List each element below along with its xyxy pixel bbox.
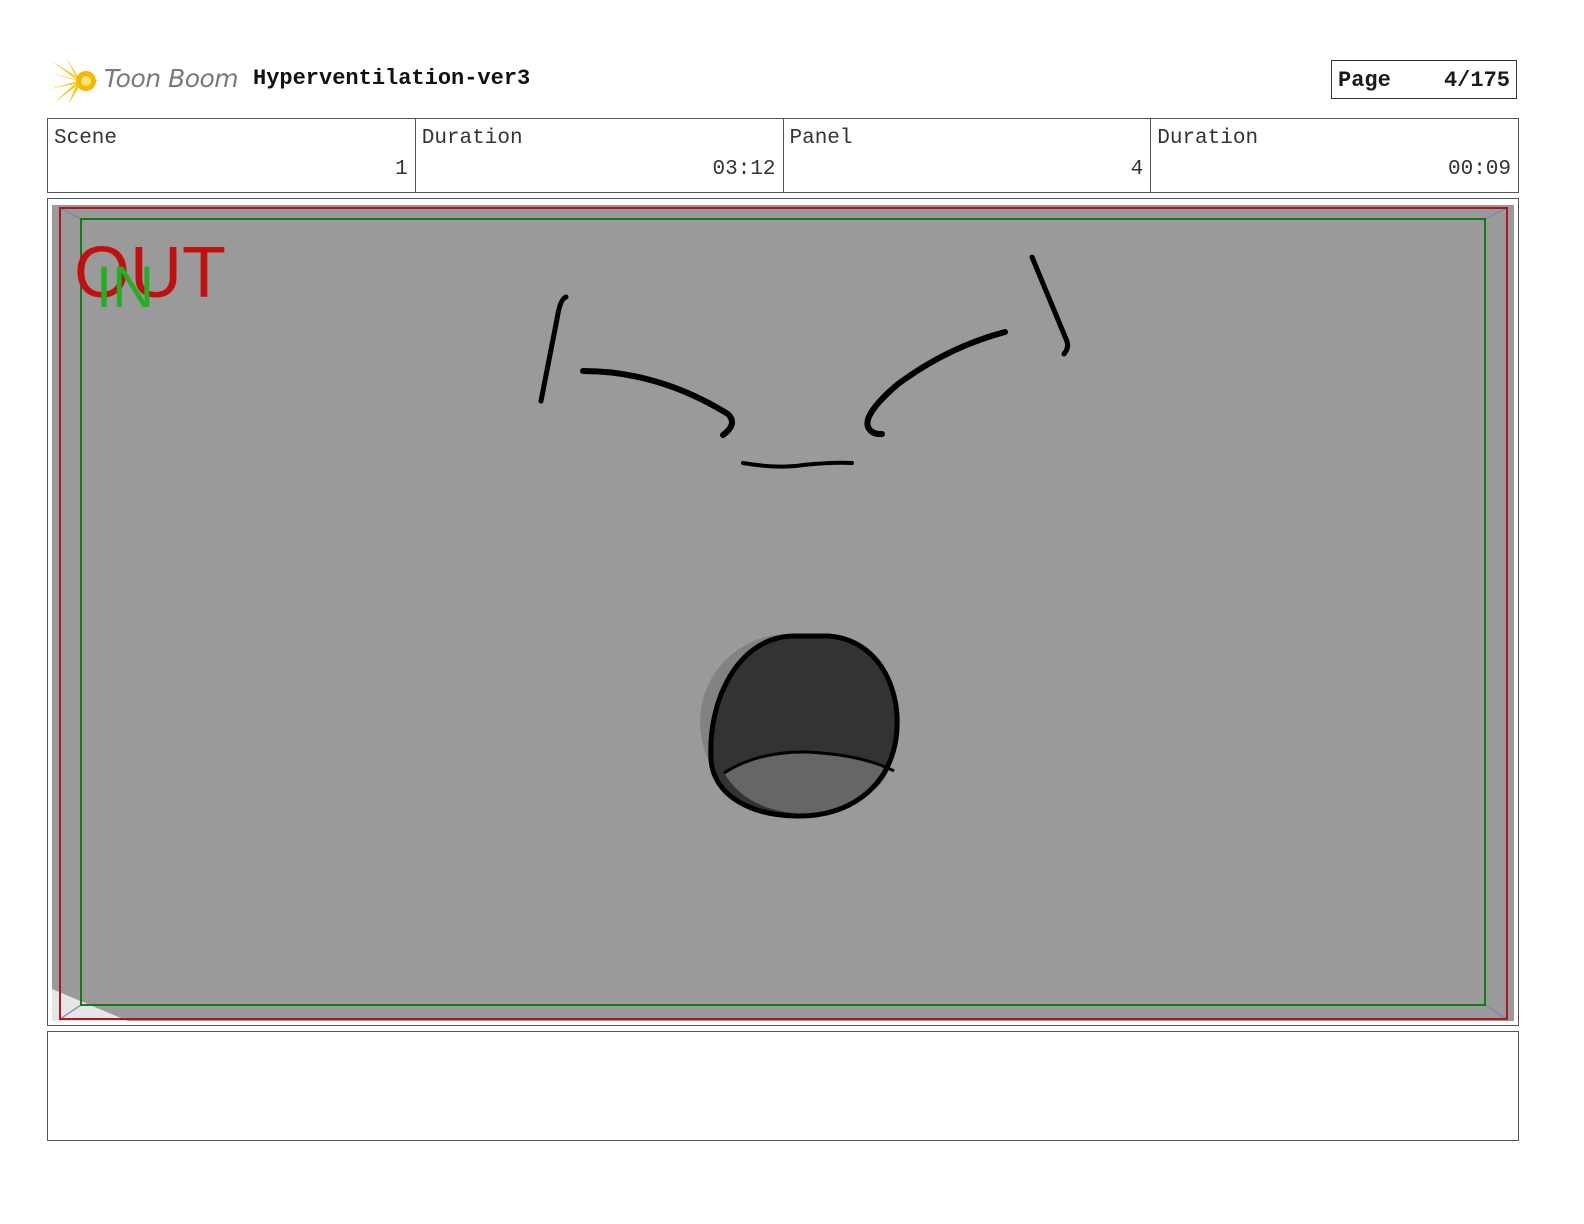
scene-value: 1 <box>395 158 408 181</box>
panel-duration-label: Duration <box>1157 127 1259 150</box>
panel-duration-value: 00:09 <box>1447 158 1511 181</box>
mouth <box>700 633 900 819</box>
panel-duration-cell: Duration 00:09 <box>1151 119 1518 192</box>
scene-info-table: Scene 1 Duration 03:12 Panel 4 Duration … <box>47 118 1519 193</box>
panel-drawing: OUT IN <box>52 205 1514 1021</box>
panel-background <box>52 205 1514 1021</box>
scene-duration-label: Duration <box>421 127 523 150</box>
page-label: Page <box>1338 68 1391 93</box>
notes-box <box>47 1031 1519 1141</box>
panel-cell: Panel 4 <box>784 119 1152 192</box>
panel-value: 4 <box>1130 158 1144 181</box>
project-title: Hyperventilation-ver3 <box>253 66 531 91</box>
in-label: IN <box>96 255 154 320</box>
scene-duration-cell: Duration 03:12 <box>416 119 784 192</box>
panel-label: Panel <box>789 127 853 150</box>
page-value: 4/175 <box>1443 68 1510 93</box>
scene-cell: Scene 1 <box>48 119 416 192</box>
scene-duration-value: 03:12 <box>712 158 776 181</box>
storyboard-panel: OUT IN <box>47 198 1519 1026</box>
page-indicator: Page 4/175 <box>1331 60 1517 99</box>
scene-label: Scene <box>54 127 118 150</box>
logo-text: Toon Boom <box>104 64 239 93</box>
